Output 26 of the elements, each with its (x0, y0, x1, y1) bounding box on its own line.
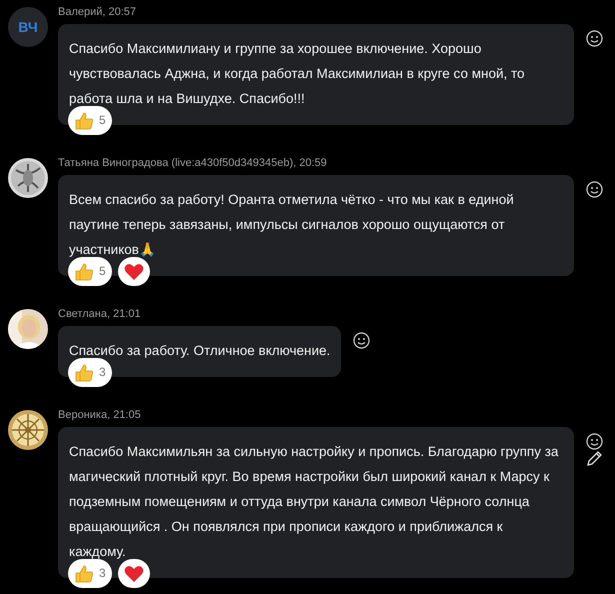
like-reaction[interactable]: 3 (68, 358, 112, 387)
thumbs-up-icon (74, 564, 94, 584)
heart-icon (124, 262, 144, 280)
heart-reaction[interactable] (118, 559, 150, 588)
message-author: Татьяна Виноградова (live:a430f50d349345eb), 20:59 (58, 156, 328, 171)
emoji-icon[interactable] (586, 433, 603, 450)
message-text: Всем спасибо за работу! Оранта отметила чётко - что мы как в единой паутине теперь завязаны, импульсы сигналов хорошо ощущаются от участников🙏 (69, 191, 515, 259)
message-author: Вероника, 21:05 (58, 408, 142, 423)
heart-reaction[interactable] (118, 257, 150, 286)
emoji-icon[interactable] (586, 181, 603, 198)
thumbs-up-icon (74, 110, 94, 130)
message-author: Светлана, 21:01 (58, 307, 142, 322)
thumbs-up-icon (74, 362, 94, 382)
message-text: Спасибо Максимилиану и группе за хорошее включение. Хорошо чувствовалась Аджна, и когда работал Максимилиан в круге со мной, то работа шла и на Вишудхе. Спасибо!!! (69, 40, 526, 108)
like-reaction[interactable]: 5 (68, 106, 112, 135)
emoji-icon[interactable] (586, 30, 603, 47)
like-reaction[interactable]: 5 (68, 257, 112, 286)
message-text: Спасибо Максимильян за сильную настройку и пропись. Благодарю группу за магический плотный круг. Во время настройки был широкий канал к Марсу к подземным помещениям и оттуда внутри канала символ Чёрного солнца вращающийся . Он появлялся при прописи каждого и приближался к каждому. (69, 443, 560, 561)
avatar-initials: ВЧ (8, 7, 48, 47)
message-author: Валерий, 20:57 (58, 5, 138, 20)
emoji-icon[interactable] (353, 332, 370, 349)
message-text: Спасибо за работу. Отличное включение. (69, 342, 330, 360)
edit-icon[interactable] (586, 450, 603, 467)
thumbs-up-icon (74, 262, 94, 282)
like-reaction[interactable]: 3 (68, 559, 112, 588)
heart-icon (124, 564, 144, 582)
